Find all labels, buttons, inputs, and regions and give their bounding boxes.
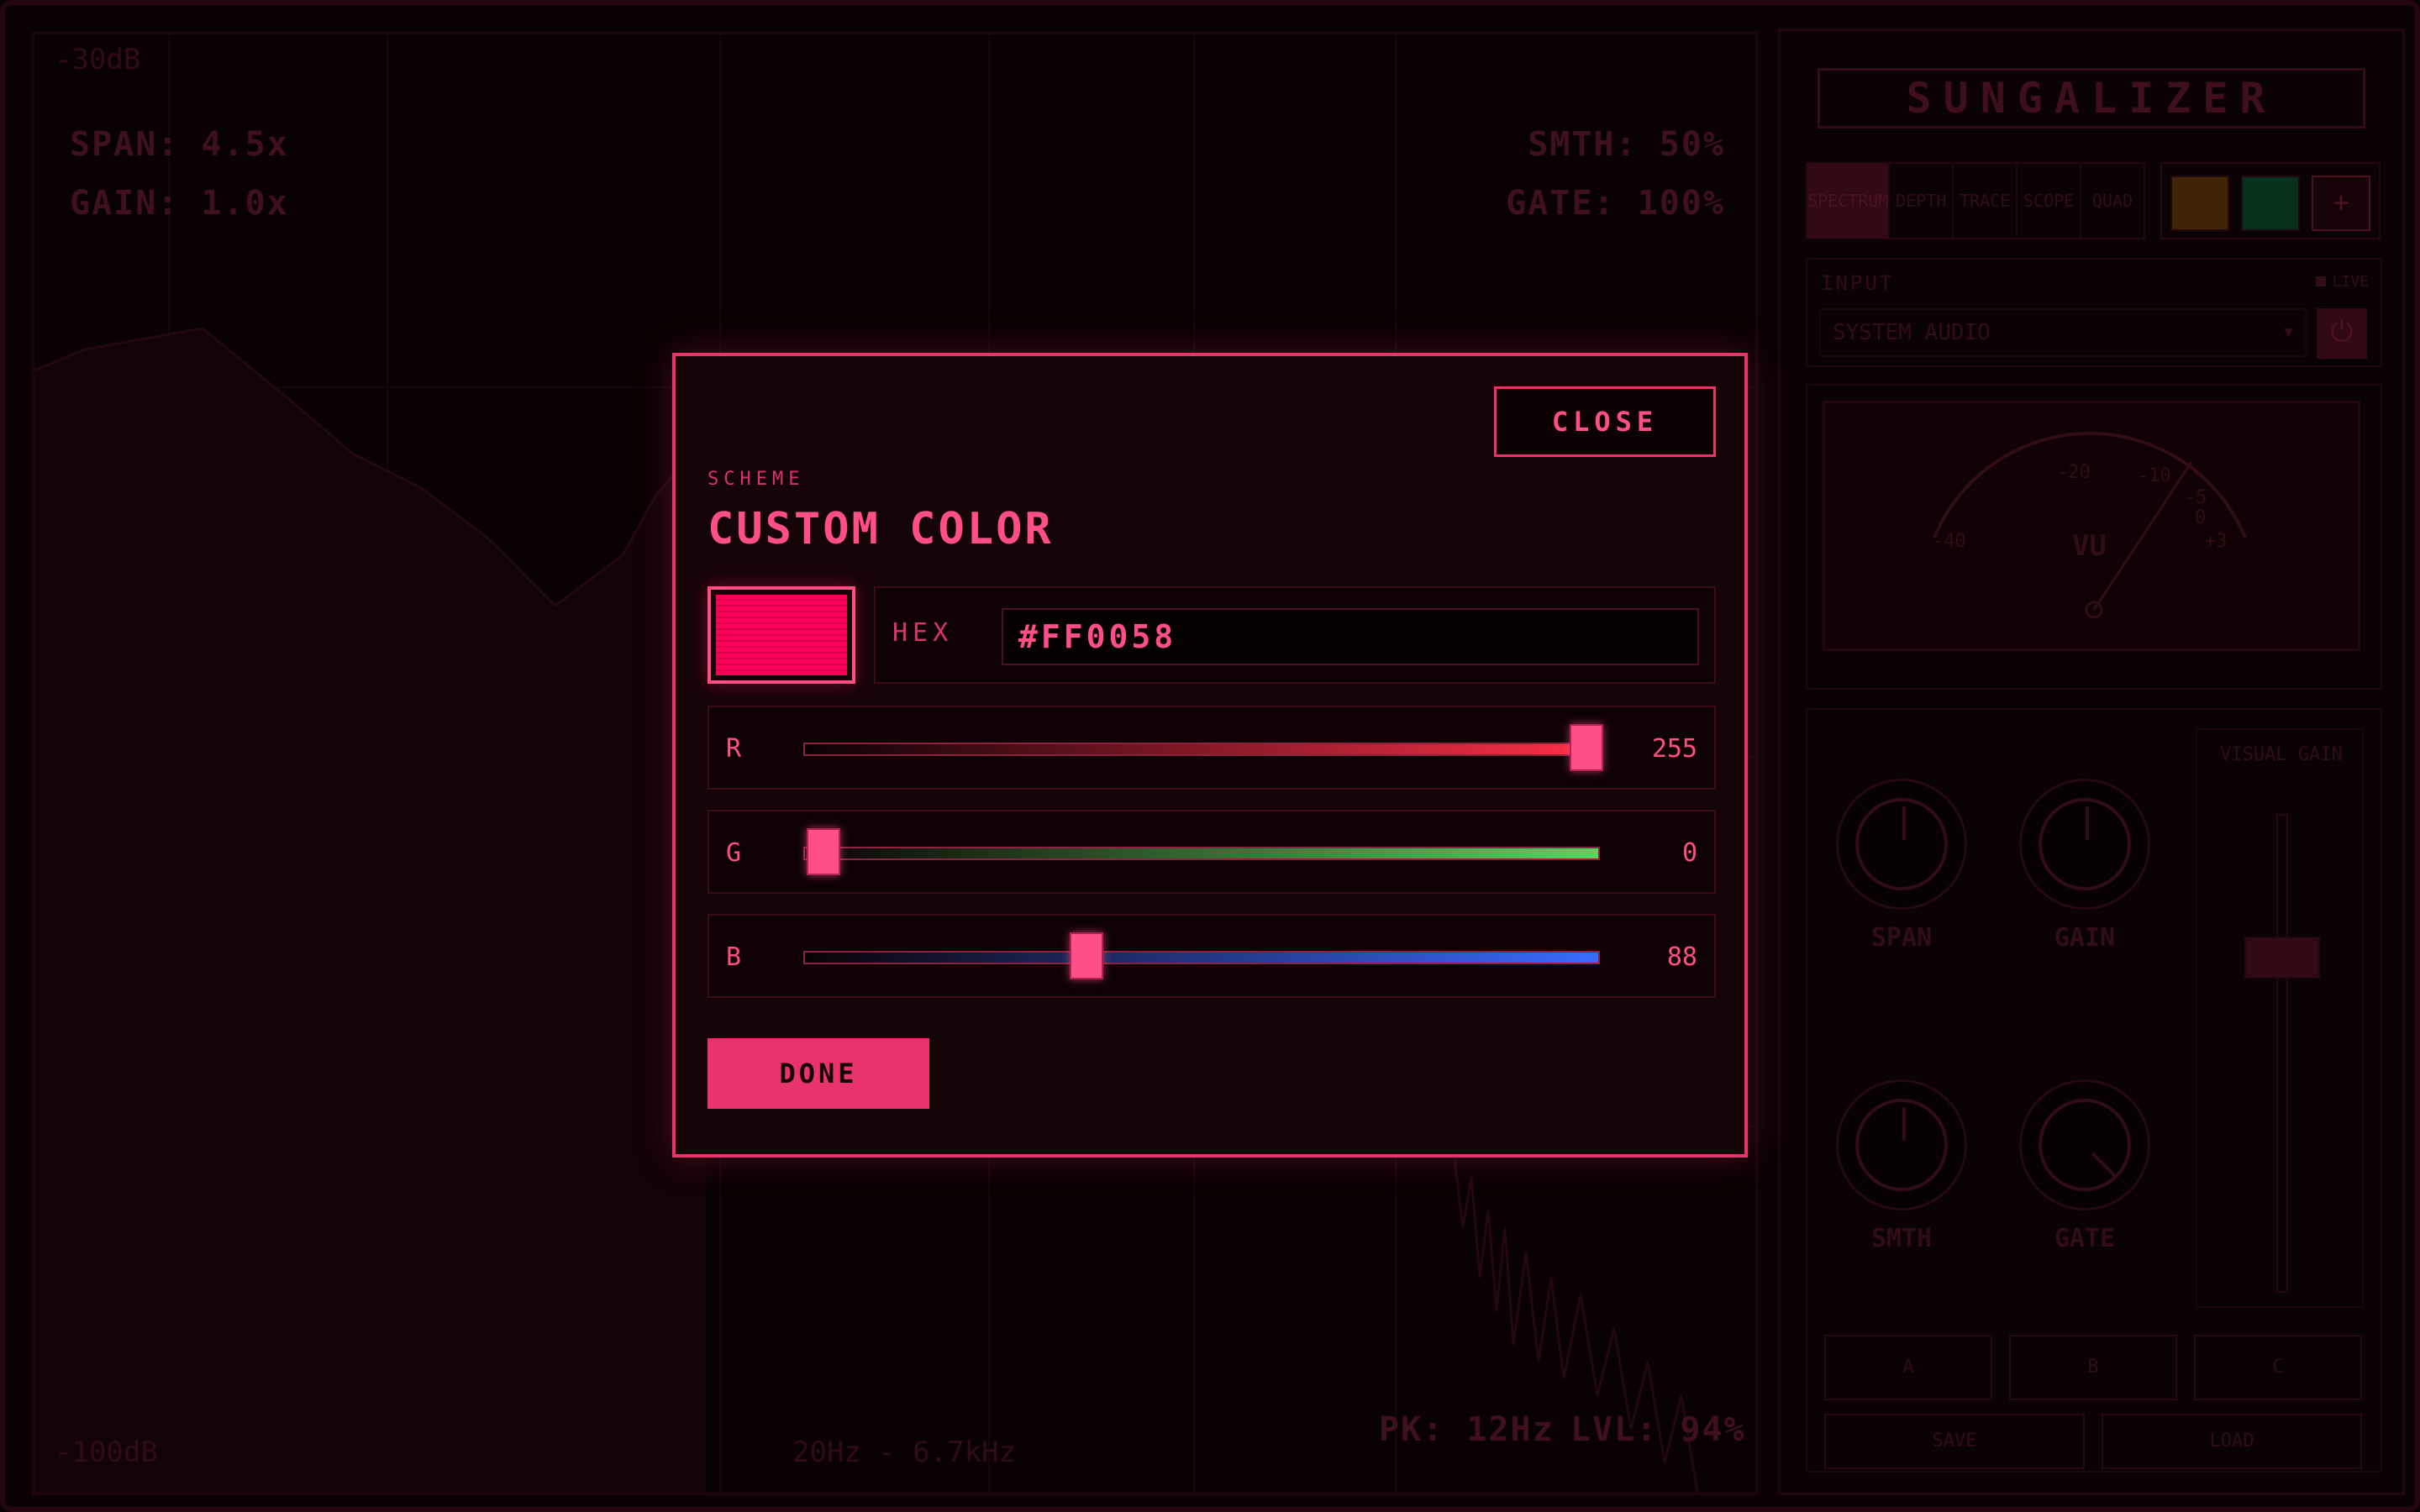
blue-slider-thumb[interactable] (1070, 932, 1104, 979)
scheme-label: SCHEME (708, 469, 805, 490)
blue-slider-row: B 88 (708, 914, 1716, 998)
green-slider-value: 0 (1681, 838, 1697, 868)
green-slider-row: G 0 (708, 810, 1716, 894)
red-slider-thumb[interactable] (1570, 724, 1603, 771)
hex-row: HEX #FF0058 (874, 586, 1716, 684)
red-slider-row: R 255 (708, 706, 1716, 790)
close-button[interactable]: CLOSE (1494, 386, 1716, 457)
green-slider-track[interactable] (803, 847, 1600, 860)
hex-input[interactable]: #FF0058 (1002, 608, 1699, 665)
red-slider-track[interactable] (803, 743, 1600, 756)
green-slider-thumb[interactable] (807, 828, 840, 875)
blue-slider-track[interactable] (803, 951, 1600, 964)
done-button[interactable]: DONE (708, 1038, 929, 1109)
blue-slider-label: B (726, 942, 742, 972)
green-slider-label: G (726, 838, 742, 868)
custom-color-dialog: CLOSE SCHEME CUSTOM COLOR HEX #FF0058 R … (672, 353, 1748, 1158)
hex-label: HEX (892, 618, 954, 648)
red-slider-value: 255 (1651, 734, 1697, 764)
dialog-title: CUSTOM COLOR (708, 504, 1054, 554)
blue-slider-value: 88 (1666, 942, 1697, 972)
color-preview-fill (716, 595, 847, 675)
red-slider-label: R (726, 734, 742, 764)
color-preview-swatch (708, 586, 855, 684)
